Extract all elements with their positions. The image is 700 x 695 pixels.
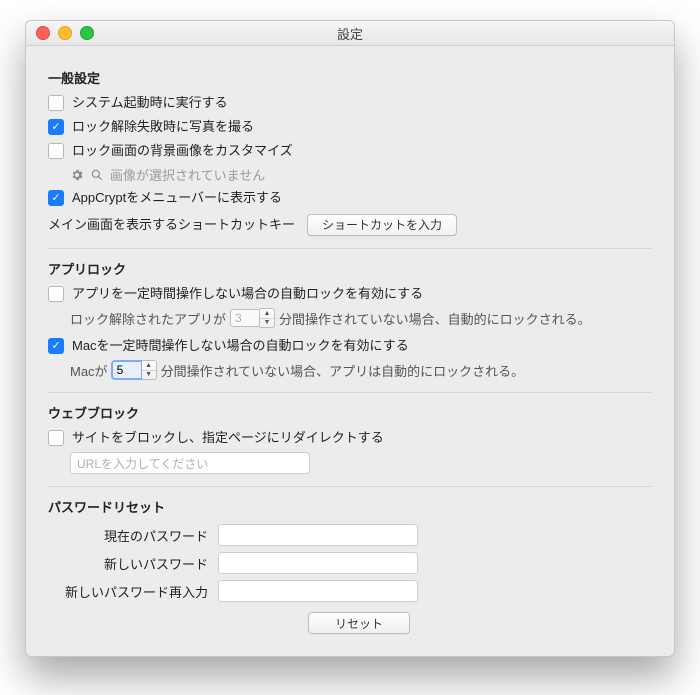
label-current-password: 現在のパスワード [48, 526, 208, 545]
label-webblock: サイトをブロックし、指定ページにリダイレクトする [72, 428, 384, 448]
checkbox-show-in-menubar[interactable]: ✓ [48, 190, 64, 206]
idle-app-minutes-stepper[interactable]: ▲▼ [230, 308, 275, 328]
row-show-in-menubar[interactable]: ✓ AppCryptをメニューバーに表示する [48, 188, 652, 208]
section-password-heading: パスワードリセット [48, 497, 652, 516]
idle-app-prefix: ロック解除されたアプリが [70, 309, 226, 328]
row-idle-app-detail: ロック解除されたアプリが ▲▼ 分間操作されていない場合、自動的にロックされる。 [70, 308, 652, 328]
reset-button-row: リセット [308, 612, 652, 634]
checkbox-idle-mac[interactable]: ✓ [48, 338, 64, 354]
row-idle-app-enable[interactable]: アプリを一定時間操作しない場合の自動ロックを有効にする [48, 284, 652, 304]
section-general-heading: 一般設定 [48, 68, 652, 87]
idle-mac-minutes-input[interactable] [112, 361, 142, 379]
current-password-input[interactable] [218, 524, 418, 546]
label-take-photo: ロック解除失敗時に写真を撮る [72, 117, 254, 137]
minimize-icon[interactable] [58, 26, 72, 40]
window-controls [36, 26, 94, 40]
idle-app-suffix: 分間操作されていない場合、自動的にロックされる。 [279, 309, 591, 328]
divider [48, 248, 652, 249]
label-confirm-password: 新しいパスワード再入力 [48, 582, 208, 601]
label-show-in-menubar: AppCryptをメニューバーに表示する [72, 188, 282, 208]
row-idle-mac-enable[interactable]: ✓ Macを一定時間操作しない場合の自動ロックを有効にする [48, 336, 652, 356]
gear-icon[interactable] [70, 168, 84, 182]
no-image-text: 画像が選択されていません [110, 165, 265, 184]
row-idle-mac-detail: Macが ▲▼ 分間操作されていない場合、アプリは自動的にロックされる。 [70, 360, 652, 380]
label-custom-lock-bg: ロック画面の背景画像をカスタマイズ [72, 141, 293, 161]
label-shortcut: メイン画面を表示するショートカットキー [48, 215, 295, 235]
stepper-arrows[interactable]: ▲▼ [260, 308, 275, 328]
checkbox-custom-lock-bg[interactable] [48, 143, 64, 159]
row-bg-image-controls: 画像が選択されていません [70, 165, 652, 184]
close-icon[interactable] [36, 26, 50, 40]
idle-app-minutes-input[interactable] [230, 309, 260, 327]
window-title: 設定 [26, 24, 674, 43]
zoom-icon[interactable] [80, 26, 94, 40]
idle-mac-suffix: 分間操作されていない場合、アプリは自動的にロックされる。 [161, 361, 525, 380]
label-new-password: 新しいパスワード [48, 554, 208, 573]
redirect-url-input[interactable]: URLを入力してください [70, 452, 310, 474]
checkbox-idle-app[interactable] [48, 286, 64, 302]
label-launch-at-startup: システム起動時に実行する [72, 93, 228, 113]
stepper-arrows[interactable]: ▲▼ [142, 360, 157, 380]
settings-window: 設定 一般設定 システム起動時に実行する ✓ ロック解除失敗時に写真を撮る ロッ… [25, 20, 675, 657]
divider [48, 486, 652, 487]
row-webblock-enable[interactable]: サイトをブロックし、指定ページにリダイレクトする [48, 428, 652, 448]
checkbox-take-photo[interactable]: ✓ [48, 119, 64, 135]
redirect-url-placeholder: URLを入力してください [77, 455, 208, 472]
section-webblock-heading: ウェブブロック [48, 403, 652, 422]
row-launch-at-startup[interactable]: システム起動時に実行する [48, 93, 652, 113]
checkbox-launch-at-startup[interactable] [48, 95, 64, 111]
label-idle-app: アプリを一定時間操作しない場合の自動ロックを有効にする [72, 284, 423, 304]
content-area: 一般設定 システム起動時に実行する ✓ ロック解除失敗時に写真を撮る ロック画面… [26, 46, 674, 656]
row-shortcut: メイン画面を表示するショートカットキー ショートカットを入力 [48, 214, 652, 236]
confirm-password-input[interactable] [218, 580, 418, 602]
section-applock-heading: アプリロック [48, 259, 652, 278]
search-icon[interactable] [90, 168, 104, 182]
record-shortcut-button[interactable]: ショートカットを入力 [307, 214, 457, 236]
password-grid: 現在のパスワード 新しいパスワード 新しいパスワード再入力 [48, 524, 652, 602]
titlebar: 設定 [26, 21, 674, 46]
new-password-input[interactable] [218, 552, 418, 574]
reset-button[interactable]: リセット [308, 612, 410, 634]
idle-mac-minutes-stepper[interactable]: ▲▼ [112, 360, 157, 380]
checkbox-webblock[interactable] [48, 430, 64, 446]
divider [48, 392, 652, 393]
label-idle-mac: Macを一定時間操作しない場合の自動ロックを有効にする [72, 336, 409, 356]
idle-mac-prefix: Macが [70, 361, 108, 380]
row-take-photo[interactable]: ✓ ロック解除失敗時に写真を撮る [48, 117, 652, 137]
row-custom-lock-bg[interactable]: ロック画面の背景画像をカスタマイズ [48, 141, 652, 161]
